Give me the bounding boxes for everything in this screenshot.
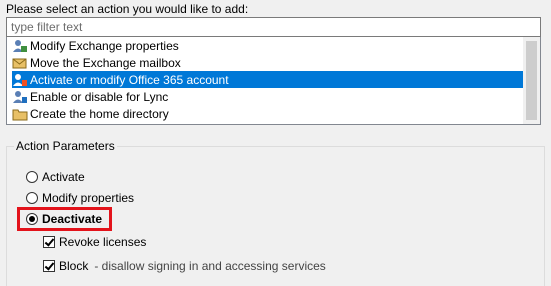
radio-button[interactable] (26, 192, 38, 204)
radio-button[interactable] (26, 171, 38, 183)
list-item-label: Activate or modify Office 365 account (30, 72, 229, 87)
checkbox[interactable] (43, 236, 55, 248)
list-item-label: Enable or disable for Lync (30, 89, 169, 104)
list-item-move-mailbox[interactable]: Move the Exchange mailbox (12, 54, 524, 71)
list-item-label: Create the home directory (30, 106, 169, 121)
mailbox-icon (12, 55, 28, 71)
list-item-lync[interactable]: Enable or disable for Lync (12, 88, 524, 105)
action-list[interactable]: Modify Exchange properties Move the Exch… (6, 37, 541, 125)
radio-label: Activate (42, 170, 85, 184)
checkbox[interactable] (43, 260, 55, 272)
radio-activate[interactable]: Activate (26, 170, 85, 184)
prompt-label: Please select an action you would like t… (6, 2, 249, 16)
radio-label: Modify properties (42, 191, 135, 205)
list-item-office365[interactable]: Activate or modify Office 365 account (12, 71, 524, 88)
list-item-modify-exchange[interactable]: Modify Exchange properties (12, 37, 524, 54)
list-item-home-directory[interactable]: Create the home directory (12, 105, 524, 122)
exchange-user-icon (12, 38, 28, 54)
checkbox-label: Revoke licenses (59, 235, 147, 249)
list-scrollbar[interactable] (523, 37, 540, 124)
list-item-label: Move the Exchange mailbox (30, 55, 181, 70)
scrollbar-thumb[interactable] (526, 41, 537, 120)
radio-modify-properties[interactable]: Modify properties (26, 191, 134, 205)
list-item-label: Modify Exchange properties (30, 38, 179, 53)
group-title: Action Parameters (14, 139, 117, 153)
checkbox-description: - disallow signing in and accessing serv… (94, 259, 326, 273)
home-folder-icon (12, 106, 28, 122)
checkbox-block[interactable]: Block - disallow signing in and accessin… (43, 259, 326, 273)
checkbox-label: Block (59, 259, 89, 273)
office365-user-icon (12, 72, 28, 88)
filter-input[interactable] (6, 17, 541, 37)
lync-user-icon (12, 89, 28, 105)
highlight-box (17, 207, 112, 231)
checkbox-revoke-licenses[interactable]: Revoke licenses (43, 235, 146, 249)
